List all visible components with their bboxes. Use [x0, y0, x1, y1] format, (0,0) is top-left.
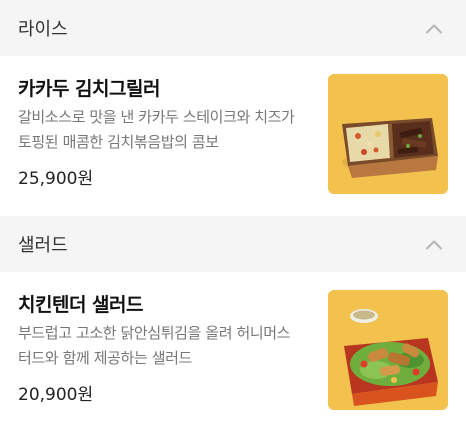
item-description-line: 터드와 함께 제공하는 샐러드 — [18, 349, 192, 367]
item-price: 20,900원 — [18, 385, 94, 405]
chevron-up-icon[interactable] — [424, 237, 444, 251]
section-title: 샐러드 — [18, 235, 68, 256]
section-title: 라이스 — [18, 19, 68, 40]
menu-item-chicken-tender-salad[interactable]: 치킨텐더 샐러드 부드럽고 고소한 닭안심튀김을 올려 허니머스 터드와 함께 … — [0, 272, 466, 432]
menu-item-kimchi-griller[interactable]: 카카두 김치그릴러 갈비소스로 맛을 낸 카카두 스테이크와 치즈가 토핑된 매… — [0, 56, 466, 216]
item-name: 카카두 김치그릴러 — [18, 78, 160, 100]
menu-list: 라이스 카카두 김치그릴러 갈비소스로 맛을 낸 카카두 스테이크와 치즈가 토… — [0, 0, 466, 432]
item-description-line: 갈비소스로 맛을 낸 카카두 스테이크와 치즈가 — [18, 108, 295, 126]
item-description-line: 부드럽고 고소한 닭안심튀김을 올려 허니머스 — [18, 324, 291, 342]
section-header-rice[interactable]: 라이스 — [0, 0, 466, 56]
rice-box-image[interactable] — [328, 74, 448, 194]
item-price: 25,900원 — [18, 169, 94, 189]
section-header-salad[interactable]: 샐러드 — [0, 216, 466, 272]
item-description: 부드럽고 고소한 닭안심튀김을 올려 허니머스 터드와 함께 제공하는 샐러드 — [18, 321, 308, 371]
item-description: 갈비소스로 맛을 낸 카카두 스테이크와 치즈가 토핑된 매콤한 김치볶음밥의 … — [18, 105, 308, 155]
item-name: 치킨텐더 샐러드 — [18, 294, 143, 316]
item-description-line: 토핑된 매콤한 김치볶음밥의 콤보 — [18, 133, 219, 151]
chevron-up-icon[interactable] — [424, 21, 444, 35]
salad-box-image[interactable] — [328, 290, 448, 410]
